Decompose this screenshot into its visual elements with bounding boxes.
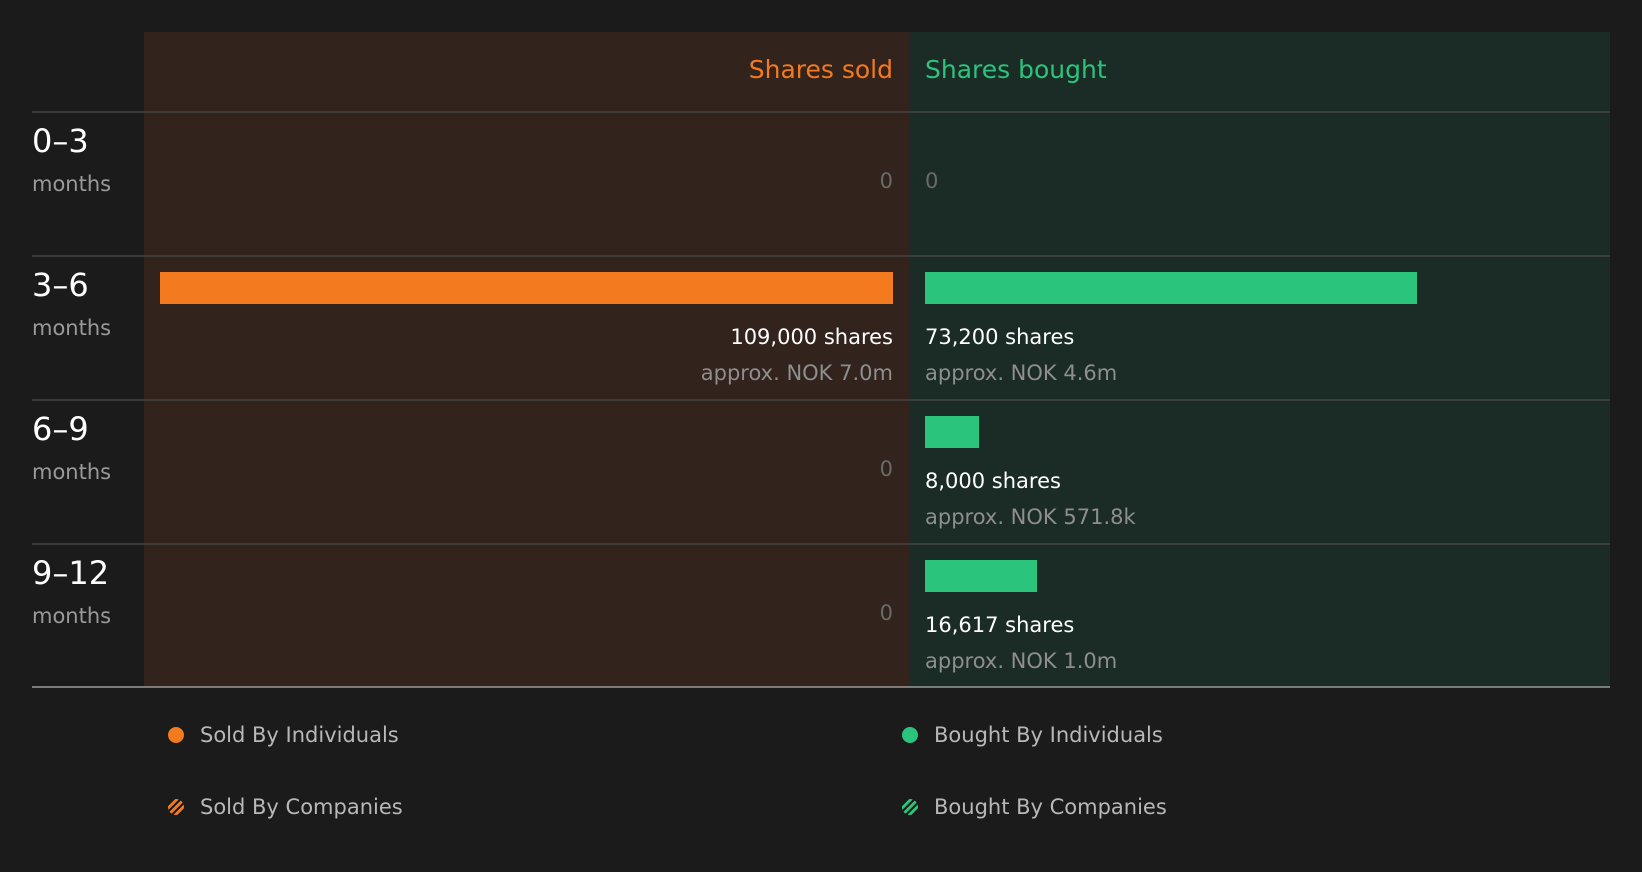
green-dot-icon [902,727,918,743]
green-hatched-dot-icon [902,799,918,815]
legend-label: Sold By Individuals [200,723,399,747]
sold-panel-background [144,32,909,687]
legend-item-bought-companies[interactable]: Bought By Companies [902,792,1167,822]
bought-shares-label: 73,200 shares [925,325,1074,349]
insider-trading-chart: Shares sold Shares bought 0–3 months 0 0 3–6… [32,32,1610,688]
bought-zero-label: 0 [925,169,938,193]
legend: Sold By Individuals Bought By Individual… [0,720,1642,870]
legend-item-sold-companies[interactable]: Sold By Companies [168,792,403,822]
bought-bar[interactable] [925,416,979,448]
legend-label: Bought By Individuals [934,723,1163,747]
legend-item-bought-individuals[interactable]: Bought By Individuals [902,720,1163,750]
category-range-label: 3–6 [32,266,89,304]
sold-bar[interactable] [160,272,893,304]
legend-label: Bought By Companies [934,795,1167,819]
bought-value-label: approx. NOK 4.6m [925,361,1117,385]
category-unit-label: months [32,604,111,628]
legend-item-sold-individuals[interactable]: Sold By Individuals [168,720,399,750]
bought-bar[interactable] [925,272,1417,304]
bought-value-label: approx. NOK 1.0m [925,649,1117,673]
sold-zero-label: 0 [880,169,893,193]
category-unit-label: months [32,460,111,484]
category-range-label: 0–3 [32,122,89,160]
sold-shares-label: 109,000 shares [730,325,893,349]
sold-zero-label: 0 [880,601,893,625]
sold-value-label: approx. NOK 7.0m [701,361,893,385]
category-unit-label: months [32,172,111,196]
category-unit-label: months [32,316,111,340]
category-range-label: 6–9 [32,410,89,448]
orange-hatched-dot-icon [168,799,184,815]
bought-shares-label: 8,000 shares [925,469,1061,493]
category-range-label: 9–12 [32,554,109,592]
bought-value-label: approx. NOK 571.8k [925,505,1136,529]
orange-dot-icon [168,727,184,743]
legend-label: Sold By Companies [200,795,403,819]
bought-bar[interactable] [925,560,1037,592]
sold-zero-label: 0 [880,457,893,481]
bought-shares-label: 16,617 shares [925,613,1074,637]
header-shares-bought: Shares bought [925,55,1107,84]
header-shares-sold: Shares sold [749,55,893,84]
